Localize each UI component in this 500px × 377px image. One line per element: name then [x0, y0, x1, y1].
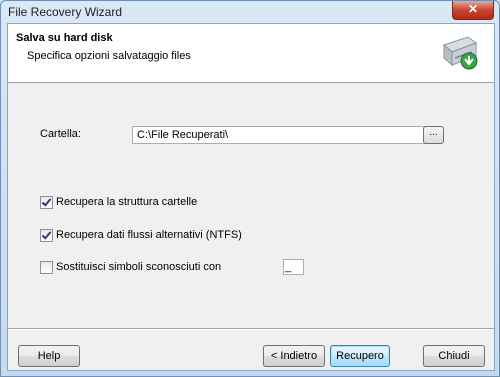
- checkbox-folder-structure[interactable]: [40, 195, 53, 209]
- help-button[interactable]: Help: [18, 345, 80, 367]
- footer-divider: [8, 328, 494, 330]
- wizard-window: File Recovery Wizard ✕ Salva su hard dis…: [0, 0, 500, 377]
- checkbox-alternate-streams[interactable]: [40, 228, 53, 242]
- close-button[interactable]: Chiudi: [423, 345, 485, 367]
- back-button[interactable]: < Indietro: [263, 345, 325, 367]
- page-subtitle: Specifica opzioni salvataggio files: [27, 50, 191, 62]
- wizard-header: Salva su hard disk Specifica opzioni sal…: [8, 24, 494, 83]
- replace-char-input[interactable]: _: [283, 259, 304, 275]
- page-title: Salva su hard disk: [16, 32, 113, 44]
- hard-disk-icon: [443, 36, 478, 70]
- checkbox-replace-symbols[interactable]: [40, 260, 53, 274]
- dialog-client-area: Salva su hard disk Specifica opzioni sal…: [7, 23, 495, 371]
- option-replace-symbols-label: Sostituisci simboli sconosciuti con: [56, 261, 222, 273]
- folder-label: Cartella:: [40, 128, 81, 140]
- folder-path-input[interactable]: C:\File Recuperati\: [132, 126, 430, 144]
- option-alternate-streams-label: Recupera dati flussi alternativi (NTFS): [56, 229, 242, 241]
- option-replace-symbols[interactable]: Sostituisci simboli sconosciuti con: [40, 260, 221, 274]
- window-title: File Recovery Wizard: [8, 5, 123, 19]
- option-alternate-streams[interactable]: Recupera dati flussi alternativi (NTFS): [40, 228, 242, 242]
- option-folder-structure-label: Recupera la struttura cartelle: [56, 196, 198, 208]
- title-bar[interactable]: File Recovery Wizard ✕: [1, 1, 499, 23]
- option-folder-structure[interactable]: Recupera la struttura cartelle: [40, 195, 197, 209]
- close-window-button[interactable]: ✕: [452, 1, 494, 20]
- browse-folder-button[interactable]: ...: [423, 126, 444, 144]
- recover-button[interactable]: Recupero: [330, 345, 390, 367]
